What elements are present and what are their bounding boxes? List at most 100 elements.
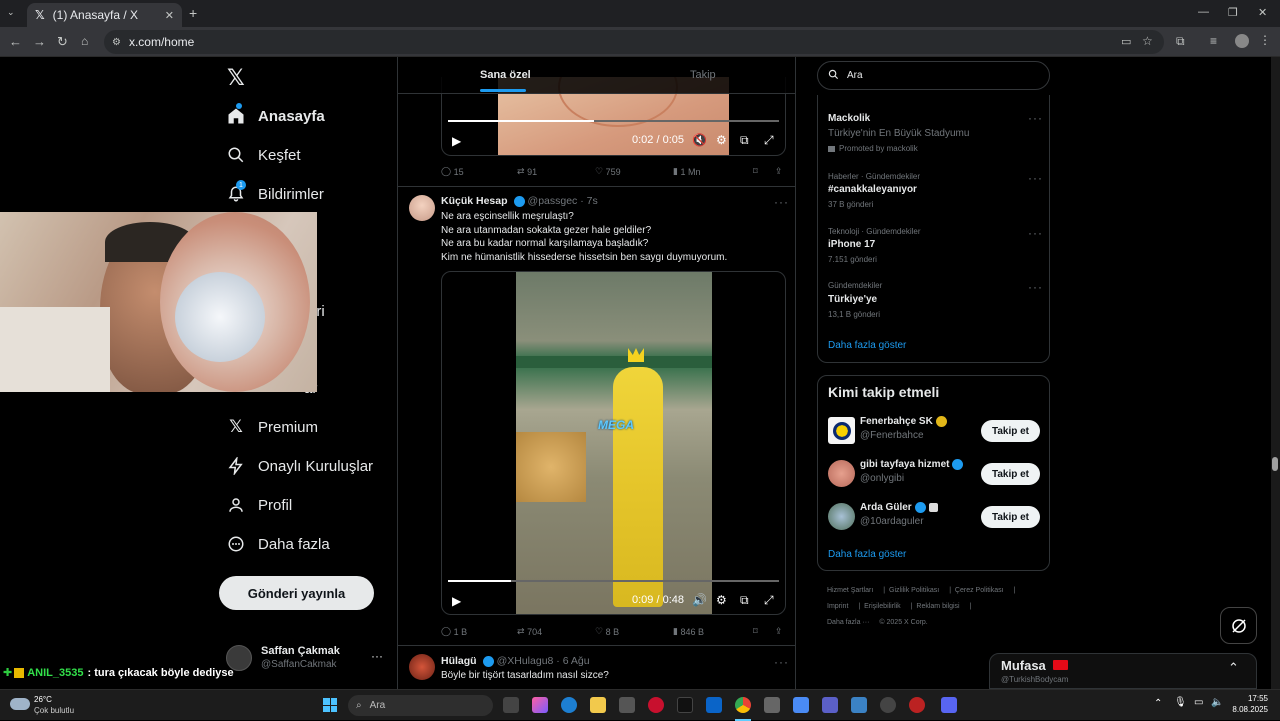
- show-more-follow-link[interactable]: Daha fazla göster: [828, 549, 906, 560]
- settings-icon[interactable]: ⚙: [716, 133, 727, 147]
- volume-icon[interactable]: 🔊: [692, 593, 707, 607]
- install-app-icon[interactable]: ▭: [1121, 35, 1131, 48]
- app-icon[interactable]: [851, 697, 867, 713]
- tweet-time[interactable]: 7s: [587, 195, 598, 207]
- avatar[interactable]: [409, 195, 435, 221]
- nav-home[interactable]: Anasayfa: [226, 101, 325, 131]
- nav-notifications[interactable]: 1 Bildirimler: [226, 179, 324, 209]
- trend-more-icon[interactable]: ···: [1028, 280, 1043, 294]
- trend-more-icon[interactable]: ···: [1028, 171, 1043, 185]
- author-name[interactable]: Küçük Hesap: [441, 195, 508, 207]
- search-input[interactable]: Ara: [817, 61, 1050, 90]
- follow-button[interactable]: Takip et: [981, 463, 1040, 485]
- settings-icon[interactable]: ⚙: [716, 593, 727, 607]
- pip-icon[interactable]: ⧉: [740, 593, 749, 608]
- video-progress-bar[interactable]: [448, 120, 779, 122]
- author-name[interactable]: Hülagü: [441, 655, 477, 667]
- forward-icon[interactable]: →: [33, 34, 46, 49]
- extensions-icon[interactable]: ⧉: [1176, 34, 1185, 49]
- video-progress-bar[interactable]: [448, 580, 779, 582]
- share-icon[interactable]: ⇪: [775, 166, 783, 177]
- grok-button[interactable]: [1220, 607, 1257, 644]
- clock-time[interactable]: 17:55: [1232, 694, 1268, 703]
- nav-profile[interactable]: Profil: [226, 490, 292, 520]
- new-tab-icon[interactable]: +: [189, 5, 197, 21]
- tiktok-icon[interactable]: [677, 697, 693, 713]
- microphone-icon[interactable]: 🎙: [1174, 697, 1187, 708]
- account-switcher[interactable]: Saffan Çakmak @SaffanCakmak ···: [226, 643, 386, 675]
- follow-suggestion[interactable]: gibi tayfaya hizmet @onlygibi Takip et: [828, 457, 1040, 491]
- reply-button[interactable]: ◯ 15: [441, 166, 517, 177]
- tab-close-icon[interactable]: ✕: [165, 9, 174, 22]
- tweet-more-icon[interactable]: ···: [774, 195, 789, 209]
- follow-suggestion[interactable]: Fenerbahçe SK @Fenerbahce Takip et: [828, 414, 1040, 448]
- file-explorer-icon[interactable]: [590, 697, 606, 713]
- app-icon[interactable]: [764, 697, 780, 713]
- minimize-icon[interactable]: —: [1198, 6, 1209, 18]
- network-icon[interactable]: ▭: [1194, 697, 1203, 708]
- chevron-up-icon[interactable]: ⌃: [1228, 660, 1239, 676]
- repost-button[interactable]: ⇄ 704: [517, 626, 595, 637]
- author-handle[interactable]: @XHulagu8: [497, 655, 554, 667]
- follow-button[interactable]: Takip et: [981, 420, 1040, 442]
- taskbar-search[interactable]: ⌕ Ara: [348, 695, 493, 716]
- browser-tab[interactable]: 𝕏 (1) Anasayfa / X ✕: [27, 3, 182, 27]
- mute-icon[interactable]: 🔇: [692, 133, 707, 147]
- trend-more-icon[interactable]: ···: [1028, 111, 1043, 125]
- like-button[interactable]: ♡ 759: [595, 166, 673, 177]
- clock-date[interactable]: 8.08.2025: [1225, 705, 1268, 714]
- follow-suggestion[interactable]: Arda Güler @10ardaguler Takip et: [828, 500, 1040, 534]
- follow-button[interactable]: Takip et: [981, 506, 1040, 528]
- play-icon[interactable]: ▶: [452, 134, 461, 148]
- video-player[interactable]: MEGA ▶ 0:09 / 0:48 🔊 ⚙ ⧉ ⤢: [441, 271, 786, 615]
- footer-link[interactable]: Imprint: [827, 603, 848, 610]
- scrollbar-thumb[interactable]: [1272, 457, 1278, 471]
- nav-premium[interactable]: 𝕏 Premium: [226, 412, 318, 442]
- footer-link[interactable]: Reklam bilgisi: [916, 603, 959, 610]
- like-button[interactable]: ♡ 8 B: [595, 626, 673, 637]
- browser-menu-icon[interactable]: ⋮: [1259, 33, 1271, 47]
- back-icon[interactable]: ←: [9, 34, 22, 49]
- show-more-trends-link[interactable]: Daha fazla göster: [828, 340, 906, 351]
- tweet-time[interactable]: 6 Ağu: [563, 655, 590, 667]
- views-button[interactable]: ▮ 1 Mn: [673, 166, 753, 177]
- chrome-icon[interactable]: [735, 697, 751, 713]
- nav-verified-orgs[interactable]: Onaylı Kuruluşlar: [226, 451, 373, 481]
- app-icon[interactable]: [909, 697, 925, 713]
- share-icon[interactable]: ⇪: [775, 626, 783, 637]
- play-icon[interactable]: ▶: [452, 594, 461, 608]
- site-info-icon[interactable]: ⚙: [112, 37, 121, 48]
- bookmark-star-icon[interactable]: ☆: [1142, 34, 1153, 48]
- reply-button[interactable]: ◯ 1 B: [441, 626, 517, 637]
- copilot-icon[interactable]: [532, 697, 548, 713]
- footer-link[interactable]: Hizmet Şartları: [827, 587, 873, 594]
- opera-icon[interactable]: [648, 697, 664, 713]
- windows-start-icon[interactable]: [323, 698, 337, 712]
- home-browser-icon[interactable]: ⌂: [81, 34, 88, 48]
- trend-more-icon[interactable]: ···: [1028, 226, 1043, 240]
- task-view-icon[interactable]: [503, 697, 519, 713]
- tab-following[interactable]: Takip: [690, 69, 716, 81]
- tab-for-you[interactable]: Sana özel: [480, 69, 531, 81]
- maximize-icon[interactable]: ❐: [1228, 6, 1238, 19]
- repost-button[interactable]: ⇄ 91: [517, 166, 595, 177]
- reading-list-icon[interactable]: ≡: [1210, 34, 1217, 48]
- views-button[interactable]: ▮ 846 B: [673, 626, 753, 637]
- tweet-more-icon[interactable]: ···: [774, 655, 789, 669]
- page-scrollbar[interactable]: [1271, 57, 1280, 689]
- app-icon[interactable]: [880, 697, 896, 713]
- profile-avatar[interactable]: [1235, 34, 1249, 48]
- footer-link[interactable]: Çerez Politikası: [955, 587, 1004, 594]
- bookmark-icon[interactable]: ⌑: [753, 166, 775, 177]
- tab-search-icon[interactable]: ⌄: [7, 7, 15, 18]
- url-bar[interactable]: ⚙ x.com/home: [104, 30, 1164, 54]
- tray-chevron-icon[interactable]: ⌃: [1154, 698, 1162, 709]
- discord-icon[interactable]: [941, 697, 957, 713]
- speaker-icon[interactable]: 🔈: [1211, 697, 1223, 708]
- weather-widget[interactable]: 26°C Çok bulutlu: [10, 695, 90, 717]
- author-handle[interactable]: @passgec: [528, 195, 578, 207]
- reload-icon[interactable]: ↻: [57, 34, 68, 50]
- pip-icon[interactable]: ⧉: [740, 133, 749, 148]
- nav-more[interactable]: Daha fazla: [226, 529, 330, 559]
- fullscreen-icon[interactable]: ⤢: [764, 133, 774, 148]
